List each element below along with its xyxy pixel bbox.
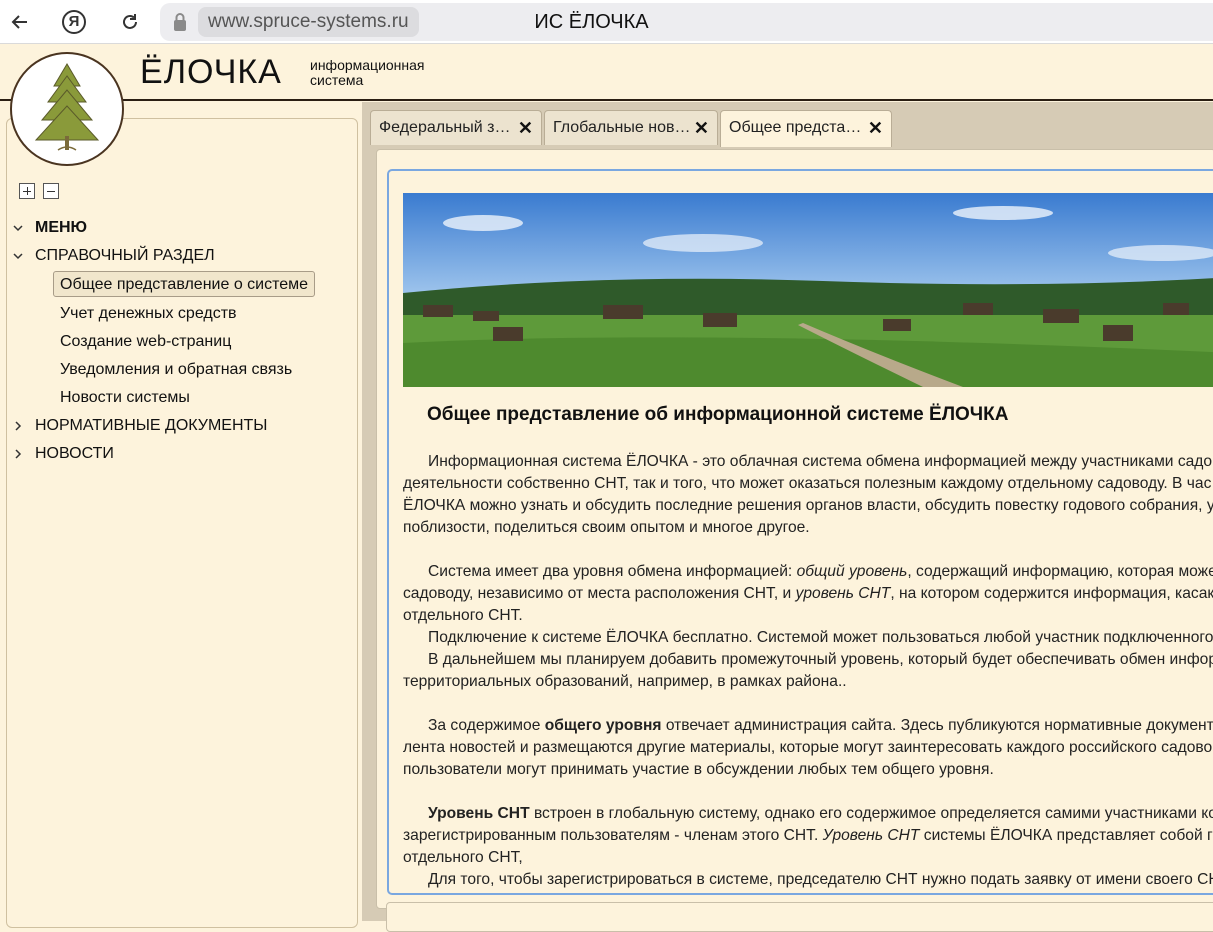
brand-subtitle: информационная система	[310, 58, 425, 88]
village-banner-image	[403, 193, 1213, 387]
chevron-right-icon[interactable]	[11, 447, 25, 461]
chevron-right-icon[interactable]	[11, 419, 25, 433]
article-line: Информационная система ЁЛОЧКА - это обла…	[428, 453, 1213, 470]
article-panel: Общее представление об информационной си…	[387, 169, 1213, 895]
tab-label: Общее предста…	[729, 119, 862, 136]
lock-icon	[174, 13, 186, 31]
sidebar-menu: МЕНЮ СПРАВОЧНЫЙ РАЗДЕЛ Общее представлен…	[6, 118, 358, 928]
article-line: территориальных образований, например, в…	[403, 673, 847, 690]
menu-label: МЕНЮ	[35, 219, 88, 236]
back-arrow-icon[interactable]	[6, 8, 34, 36]
close-icon[interactable]: ✕	[518, 111, 533, 145]
sidebar-section-reference[interactable]: СПРАВОЧНЫЙ РАЗДЕЛ	[7, 243, 215, 269]
sidebar-item-money[interactable]: Учет денежных средств	[53, 300, 244, 326]
sidebar-section-label: НОРМАТИВНЫЕ ДОКУМЕНТЫ	[35, 417, 268, 434]
article-line: поблизости, поделиться своим опытом и мн…	[403, 519, 810, 536]
site-header: ЁЛОЧКА информационная система	[0, 45, 1213, 101]
sidebar-item-system-news[interactable]: Новости системы	[53, 384, 197, 410]
tab-federal[interactable]: Федеральный з… ✕	[370, 110, 542, 145]
browser-toolbar: Я www.spruce-systems.ru ИС ЁЛОЧКА	[0, 0, 1213, 44]
sidebar-section-documents[interactable]: НОРМАТИВНЫЕ ДОКУМЕНТЫ	[7, 413, 267, 439]
content-frame: Общее представление об информационной си…	[376, 149, 1213, 909]
article-paragraph: Система имеет два уровня обмена информац…	[428, 563, 1213, 580]
tree-toolbar	[19, 183, 59, 199]
collapse-all-icon[interactable]	[43, 183, 59, 199]
article-line: отдельного СНТ,	[403, 849, 523, 866]
yandex-logo-icon[interactable]: Я	[60, 8, 88, 36]
article-line: ЁЛОЧКА можно узнать и обсудить последние…	[403, 497, 1213, 514]
article-line: отдельного СНТ.	[403, 607, 523, 624]
chevron-down-icon[interactable]	[11, 221, 25, 235]
article-line: деятельности собственно СНТ, так и того,…	[403, 475, 1212, 492]
article-paragraph: За содержимое общего уровня отвечает адм…	[428, 717, 1213, 734]
close-icon[interactable]: ✕	[868, 111, 883, 145]
tab-global-news[interactable]: Глобальные нов… ✕	[544, 110, 718, 145]
address-bar[interactable]: www.spruce-systems.ru	[160, 3, 1213, 41]
article-line: пользователи могут принимать участие в о…	[403, 761, 994, 778]
article-title: Общее представление об информационной си…	[427, 404, 1009, 425]
brand-subtitle-line2: система	[310, 72, 364, 88]
article-line: Подключение к системе ЁЛОЧКА бесплатно. …	[428, 629, 1213, 646]
secondary-panel	[386, 902, 1213, 932]
tab-label: Глобальные нов…	[553, 119, 689, 136]
article-line: садоводу, независимо от места расположен…	[403, 585, 1213, 602]
article-line: зарегистрированным пользователям - члена…	[403, 827, 1213, 844]
tab-label: Федеральный з…	[379, 119, 511, 136]
sidebar-item-web-pages[interactable]: Создание web-страниц	[53, 328, 238, 354]
expand-all-icon[interactable]	[19, 183, 35, 199]
article-line: Для того, чтобы зарегистрироваться в сис…	[428, 871, 1213, 888]
brand-subtitle-line1: информационная	[310, 57, 425, 73]
sidebar-section-news[interactable]: НОВОСТИ	[7, 441, 114, 467]
url-text[interactable]: www.spruce-systems.ru	[198, 7, 419, 37]
article-paragraph: Уровень СНТ встроен в глобальную систему…	[428, 805, 1213, 822]
article-body: Информационная система ЁЛОЧКА - это обла…	[403, 451, 1213, 891]
spruce-logo-icon[interactable]	[10, 52, 124, 166]
sidebar-item-notifications[interactable]: Уведомления и обратная связь	[53, 356, 299, 382]
sidebar-section-label: НОВОСТИ	[35, 445, 114, 462]
article-line: В дальнейшем мы планируем добавить проме…	[428, 651, 1213, 668]
reload-icon[interactable]	[116, 8, 144, 36]
main-panel: Федеральный з… ✕ Глобальные нов… ✕ Общее…	[362, 102, 1213, 932]
article-line: лента новостей и размещаются другие мате…	[403, 739, 1213, 756]
sidebar-section-label: СПРАВОЧНЫЙ РАЗДЕЛ	[35, 247, 215, 264]
menu-root[interactable]: МЕНЮ	[7, 215, 87, 241]
sidebar-item-overview[interactable]: Общее представление о системе	[53, 271, 316, 297]
tab-overview[interactable]: Общее предста… ✕	[720, 110, 892, 147]
chevron-down-icon[interactable]	[11, 249, 25, 263]
brand-title: ЁЛОЧКА	[140, 53, 282, 91]
close-icon[interactable]: ✕	[694, 111, 709, 145]
